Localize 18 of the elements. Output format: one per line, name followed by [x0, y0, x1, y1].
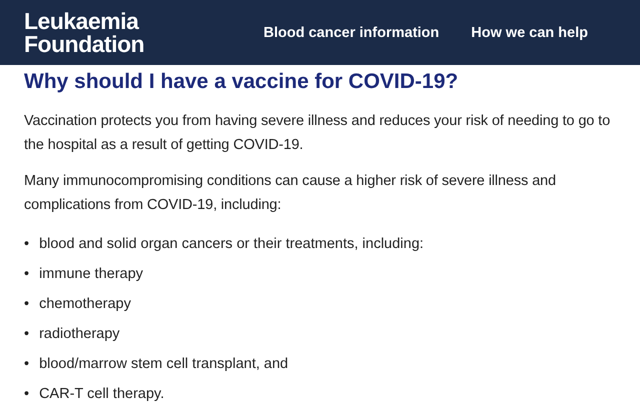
paragraph: Many immunocompromising conditions can cause a higher risk of severe illness and complications from COVID-19, including:: [24, 172, 557, 215]
bullet: •: [24, 266, 30, 282]
list-item: chemotherapy: [39, 295, 131, 313]
logo[interactable]: Leukaemia Foundation: [24, 10, 144, 56]
list-item: radiotherapy: [39, 325, 120, 343]
bullet: •: [24, 386, 30, 402]
nav-link[interactable]: How we can help: [471, 24, 588, 40]
bullet: •: [24, 296, 30, 312]
list-item: blood and solid organ cancers or their treatments, including:: [39, 235, 424, 253]
list-item: CAR-T cell therapy.: [39, 385, 164, 403]
list-item: blood/marrow stem cell transplant, and: [39, 355, 288, 373]
list-item: immune therapy: [39, 265, 144, 283]
nav-link[interactable]: Blood cancer information: [264, 24, 440, 40]
section-heading: Why should I have a vaccine for COVID-19?: [24, 69, 460, 95]
bullet: •: [24, 356, 30, 372]
bullet: •: [24, 236, 30, 252]
paragraph: Vaccination protects you from having severe illness and reduces your risk of needing to go to the hospital as a result of getting COVID-19.: [24, 112, 612, 155]
bullet: •: [24, 326, 30, 342]
